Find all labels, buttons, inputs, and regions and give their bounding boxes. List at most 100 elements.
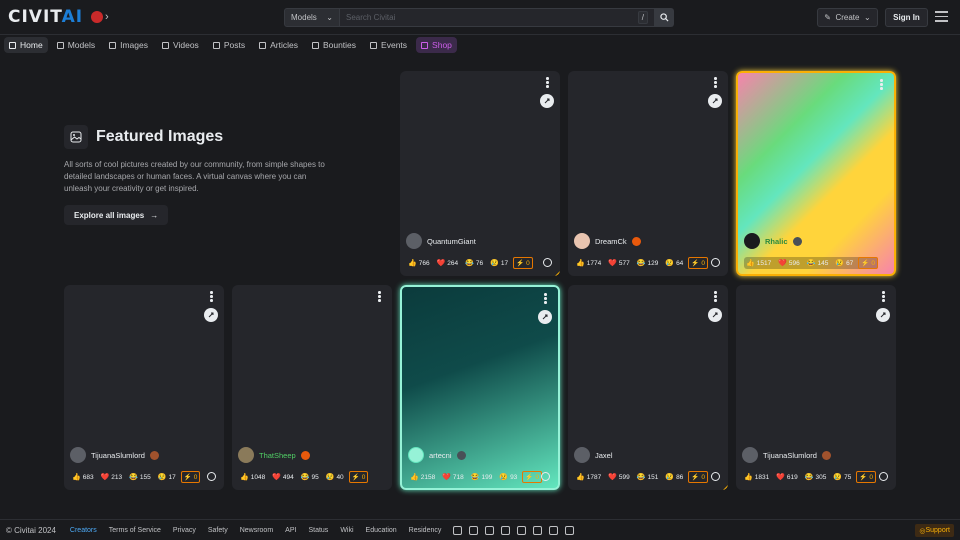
- card-author[interactable]: TijuanaSlumlord: [742, 447, 831, 463]
- info-icon[interactable]: [541, 472, 550, 481]
- chevron-right-icon[interactable]: ›: [105, 11, 109, 23]
- cry-reaction[interactable]: 😢 86: [663, 472, 685, 482]
- like-reaction[interactable]: 👍 2158: [408, 472, 437, 482]
- remix-icon[interactable]: [540, 94, 554, 108]
- info-icon[interactable]: [543, 258, 552, 267]
- remix-icon[interactable]: [204, 308, 218, 322]
- laugh-reaction[interactable]: 😂 199: [469, 472, 495, 482]
- footer-link-safety[interactable]: Safety: [208, 527, 228, 534]
- cry-reaction[interactable]: 😢 17: [488, 258, 510, 268]
- card-author[interactable]: artecni: [408, 447, 466, 463]
- cry-reaction[interactable]: 😢 67: [833, 258, 855, 268]
- info-icon[interactable]: [879, 472, 888, 481]
- more-options-icon[interactable]: [880, 79, 884, 91]
- like-reaction[interactable]: 👍 1787: [574, 472, 603, 482]
- like-reaction[interactable]: 👍 1048: [238, 472, 267, 482]
- nav-home[interactable]: Home: [4, 37, 48, 53]
- heart-reaction[interactable]: ❤️ 213: [99, 472, 125, 482]
- heart-reaction[interactable]: ❤️ 494: [270, 472, 296, 482]
- nav-images[interactable]: Images: [104, 37, 153, 53]
- card-author[interactable]: DreamCk: [574, 233, 641, 249]
- nav-events[interactable]: Events: [365, 37, 412, 53]
- more-options-icon[interactable]: [714, 77, 718, 89]
- laugh-reaction[interactable]: 😂 155: [127, 472, 153, 482]
- buzz-tip[interactable]: ⚡ 0: [858, 257, 879, 269]
- nav-posts[interactable]: Posts: [208, 37, 250, 53]
- image-card[interactable]: Rhalic 👍 1517 ❤️ 596 😂 145 😢 67 ⚡ 0: [736, 71, 896, 276]
- image-card[interactable]: Jaxel 👍 1787 ❤️ 599 😂 151 😢 86 ⚡ 0: [568, 285, 728, 490]
- heart-reaction[interactable]: ❤️ 718: [440, 472, 466, 482]
- heart-reaction[interactable]: ❤️ 619: [774, 472, 800, 482]
- support-button[interactable]: ◎ Support: [915, 524, 954, 537]
- search-scope-select[interactable]: Models ⌄: [284, 8, 340, 27]
- footer-link-residency[interactable]: Residency: [409, 527, 442, 534]
- footer-link-privacy[interactable]: Privacy: [173, 527, 196, 534]
- buzz-tip[interactable]: ⚡ 0: [522, 471, 543, 483]
- card-author[interactable]: TijuanaSlumlord: [70, 447, 159, 463]
- cry-reaction[interactable]: 😢 75: [831, 472, 853, 482]
- more-options-icon[interactable]: [546, 77, 550, 89]
- nav-videos[interactable]: Videos: [157, 37, 204, 53]
- heart-reaction[interactable]: ❤️ 577: [606, 258, 632, 268]
- image-card[interactable]: TijuanaSlumlord 👍 1831 ❤️ 619 😂 305 😢 75 ⚡ 0: [736, 285, 896, 490]
- explore-all-images-button[interactable]: Explore all images →: [64, 205, 169, 225]
- footer-link-api[interactable]: API: [285, 527, 296, 534]
- card-author[interactable]: ThatSheep: [238, 447, 310, 463]
- tiktok-icon[interactable]: [517, 525, 527, 535]
- footer-link-newsroom[interactable]: Newsroom: [240, 527, 273, 534]
- like-reaction[interactable]: 👍 1831: [742, 472, 771, 482]
- laugh-reaction[interactable]: 😂 129: [635, 258, 661, 268]
- remix-icon[interactable]: [876, 308, 890, 322]
- remix-icon[interactable]: [708, 308, 722, 322]
- footer-link-education[interactable]: Education: [366, 527, 397, 534]
- youtube-icon[interactable]: [501, 525, 511, 535]
- search-button[interactable]: [655, 8, 674, 27]
- more-options-icon[interactable]: [210, 291, 214, 303]
- search-input[interactable]: Search Civitai /: [340, 8, 655, 27]
- laugh-reaction[interactable]: 😂 305: [803, 472, 829, 482]
- footer-link-status[interactable]: Status: [308, 527, 328, 534]
- laugh-reaction[interactable]: 😂 76: [463, 258, 485, 268]
- laugh-reaction[interactable]: 😂 95: [299, 472, 321, 482]
- image-card[interactable]: TijuanaSlumlord 👍 683 ❤️ 213 😂 155 😢 17 ⚡ 0: [64, 285, 224, 490]
- more-options-icon[interactable]: [714, 291, 718, 303]
- buzz-tip[interactable]: ⚡ 0: [513, 257, 533, 269]
- more-options-icon[interactable]: [882, 291, 886, 303]
- cry-reaction[interactable]: 😢 64: [663, 258, 685, 268]
- nav-shop[interactable]: Shop: [416, 37, 457, 53]
- x-icon[interactable]: [469, 525, 479, 535]
- civitai-logo[interactable]: CIVITAI ›: [8, 7, 109, 27]
- image-card[interactable]: QuantumGiant 👍 766 ❤️ 264 😂 76 😢 17 ⚡ 0: [400, 71, 560, 276]
- image-card[interactable]: ThatSheep 👍 1048 ❤️ 494 😂 95 😢 40 ⚡ 0: [232, 285, 392, 490]
- heart-reaction[interactable]: ❤️ 264: [435, 258, 461, 268]
- reddit-icon[interactable]: [533, 525, 543, 535]
- card-author[interactable]: QuantumGiant: [406, 233, 476, 249]
- buzz-tip[interactable]: ⚡ 0: [688, 471, 709, 483]
- heart-reaction[interactable]: ❤️ 599: [606, 472, 632, 482]
- like-reaction[interactable]: 👍 683: [70, 472, 96, 482]
- footer-link-creators[interactable]: Creators: [70, 527, 97, 534]
- laugh-reaction[interactable]: 😂 145: [805, 258, 831, 268]
- heart-reaction[interactable]: ❤️ 596: [776, 258, 802, 268]
- remix-icon[interactable]: [708, 94, 722, 108]
- image-card[interactable]: artecni 👍 2158 ❤️ 718 😂 199 😢 93 ⚡ 0: [400, 285, 560, 490]
- more-options-icon[interactable]: [378, 291, 382, 303]
- card-author[interactable]: Rhalic: [744, 233, 802, 249]
- buzz-tip[interactable]: ⚡ 0: [348, 471, 369, 483]
- nav-bounties[interactable]: Bounties: [307, 37, 361, 53]
- like-reaction[interactable]: 👍 1517: [744, 258, 773, 268]
- github-icon[interactable]: [549, 525, 559, 535]
- info-icon[interactable]: [711, 472, 720, 481]
- chat-icon[interactable]: [565, 525, 575, 535]
- sign-in-button[interactable]: Sign In: [885, 8, 928, 27]
- more-options-icon[interactable]: [544, 293, 548, 305]
- create-button[interactable]: ✎ Create ⌄: [817, 8, 878, 27]
- cry-reaction[interactable]: 😢 40: [324, 472, 346, 482]
- info-icon[interactable]: [207, 472, 216, 481]
- footer-link-terms[interactable]: Terms of Service: [109, 527, 161, 534]
- nav-articles[interactable]: Articles: [254, 37, 303, 53]
- card-author[interactable]: Jaxel: [574, 447, 613, 463]
- buzz-tip[interactable]: ⚡ 0: [688, 257, 709, 269]
- like-reaction[interactable]: 👍 1774: [574, 258, 603, 268]
- image-card[interactable]: DreamCk 👍 1774 ❤️ 577 😂 129 😢 64 ⚡ 0: [568, 71, 728, 276]
